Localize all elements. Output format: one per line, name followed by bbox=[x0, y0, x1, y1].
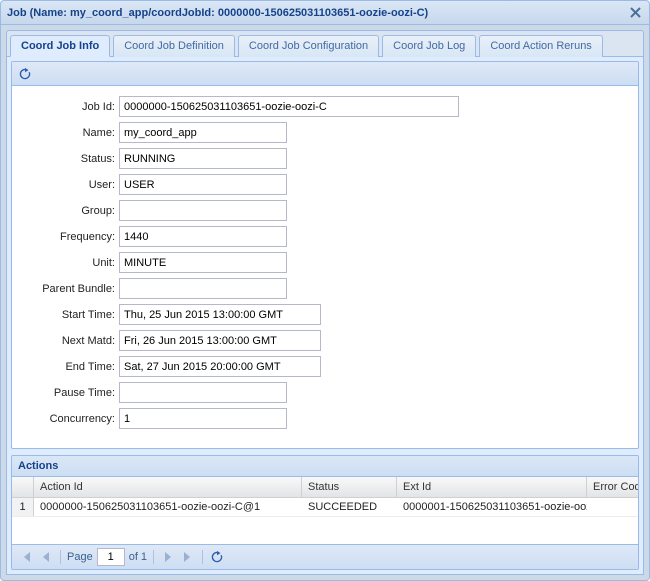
field-status[interactable] bbox=[119, 148, 287, 169]
separator bbox=[202, 550, 203, 564]
label-parent-bundle: Parent Bundle: bbox=[24, 283, 119, 295]
label-end-time: End Time: bbox=[24, 361, 119, 373]
form-toolbar bbox=[12, 62, 638, 86]
tab-coord-action-reruns[interactable]: Coord Action Reruns bbox=[479, 35, 603, 57]
field-user[interactable] bbox=[119, 174, 287, 195]
page-input[interactable] bbox=[97, 548, 125, 566]
label-next-matd: Next Matd: bbox=[24, 335, 119, 347]
field-end-time[interactable] bbox=[119, 356, 321, 377]
tab-coord-job-configuration[interactable]: Coord Job Configuration bbox=[238, 35, 379, 57]
cell-action-id: 0000000-150625031103651-oozie-oozi-C@1 bbox=[34, 498, 302, 516]
field-unit[interactable] bbox=[119, 252, 287, 273]
close-icon[interactable] bbox=[628, 5, 643, 20]
job-window: Job (Name: my_coord_app/coordJobId: 0000… bbox=[0, 0, 650, 581]
form-panel: Job Id: Name: Status: User: Group: Frequ… bbox=[11, 61, 639, 449]
table-row[interactable]: 1 0000000-150625031103651-oozie-oozi-C@1… bbox=[12, 498, 638, 517]
field-pause-time[interactable] bbox=[119, 382, 287, 403]
label-name: Name: bbox=[24, 127, 119, 139]
page-label: Page bbox=[67, 551, 93, 563]
tab-coord-job-log[interactable]: Coord Job Log bbox=[382, 35, 476, 57]
col-rownum[interactable] bbox=[12, 477, 34, 497]
form-body: Job Id: Name: Status: User: Group: Frequ… bbox=[12, 86, 638, 448]
label-status: Status: bbox=[24, 153, 119, 165]
col-ext-id[interactable]: Ext Id bbox=[397, 477, 587, 497]
field-parent-bundle[interactable] bbox=[119, 278, 287, 299]
label-group: Group: bbox=[24, 205, 119, 217]
cell-rownum: 1 bbox=[12, 498, 34, 516]
field-next-matd[interactable] bbox=[119, 330, 321, 351]
window-body: Coord Job Info Coord Job Definition Coor… bbox=[1, 25, 649, 580]
refresh-icon[interactable] bbox=[17, 66, 33, 82]
tab-coord-job-info[interactable]: Coord Job Info bbox=[10, 35, 110, 57]
tabpanel: Job Id: Name: Status: User: Group: Frequ… bbox=[6, 56, 644, 575]
actions-grid: Action Id Status Ext Id Error Code 1 000… bbox=[12, 477, 638, 544]
label-frequency: Frequency: bbox=[24, 231, 119, 243]
field-concurrency[interactable] bbox=[119, 408, 287, 429]
field-name[interactable] bbox=[119, 122, 287, 143]
titlebar: Job (Name: my_coord_app/coordJobId: 0000… bbox=[1, 1, 649, 25]
last-page-icon[interactable] bbox=[180, 549, 196, 565]
actions-panel: Actions Action Id Status Ext Id Error Co… bbox=[11, 455, 639, 570]
prev-page-icon[interactable] bbox=[38, 549, 54, 565]
label-concurrency: Concurrency: bbox=[24, 413, 119, 425]
col-action-id[interactable]: Action Id bbox=[34, 477, 302, 497]
col-error-code[interactable]: Error Code bbox=[587, 477, 638, 497]
grid-header: Action Id Status Ext Id Error Code bbox=[12, 477, 638, 498]
separator bbox=[153, 550, 154, 564]
field-frequency[interactable] bbox=[119, 226, 287, 247]
tab-coord-job-definition[interactable]: Coord Job Definition bbox=[113, 35, 235, 57]
separator bbox=[60, 550, 61, 564]
paging-toolbar: Page of 1 bbox=[12, 544, 638, 569]
field-start-time[interactable] bbox=[119, 304, 321, 325]
label-unit: Unit: bbox=[24, 257, 119, 269]
page-of-label: of 1 bbox=[129, 551, 147, 563]
cell-ext-id: 0000001-150625031103651-oozie-oozi-W bbox=[397, 498, 587, 516]
paging-refresh-icon[interactable] bbox=[209, 549, 225, 565]
first-page-icon[interactable] bbox=[18, 549, 34, 565]
tabstrip: Coord Job Info Coord Job Definition Coor… bbox=[6, 30, 644, 56]
window-title: Job (Name: my_coord_app/coordJobId: 0000… bbox=[7, 7, 428, 19]
cell-error-code bbox=[587, 498, 638, 516]
col-status[interactable]: Status bbox=[302, 477, 397, 497]
field-job-id[interactable] bbox=[119, 96, 459, 117]
field-group[interactable] bbox=[119, 200, 287, 221]
label-pause-time: Pause Time: bbox=[24, 387, 119, 399]
actions-header: Actions bbox=[12, 456, 638, 477]
label-job-id: Job Id: bbox=[24, 101, 119, 113]
cell-status: SUCCEEDED bbox=[302, 498, 397, 516]
label-user: User: bbox=[24, 179, 119, 191]
grid-body: 1 0000000-150625031103651-oozie-oozi-C@1… bbox=[12, 498, 638, 544]
label-start-time: Start Time: bbox=[24, 309, 119, 321]
next-page-icon[interactable] bbox=[160, 549, 176, 565]
